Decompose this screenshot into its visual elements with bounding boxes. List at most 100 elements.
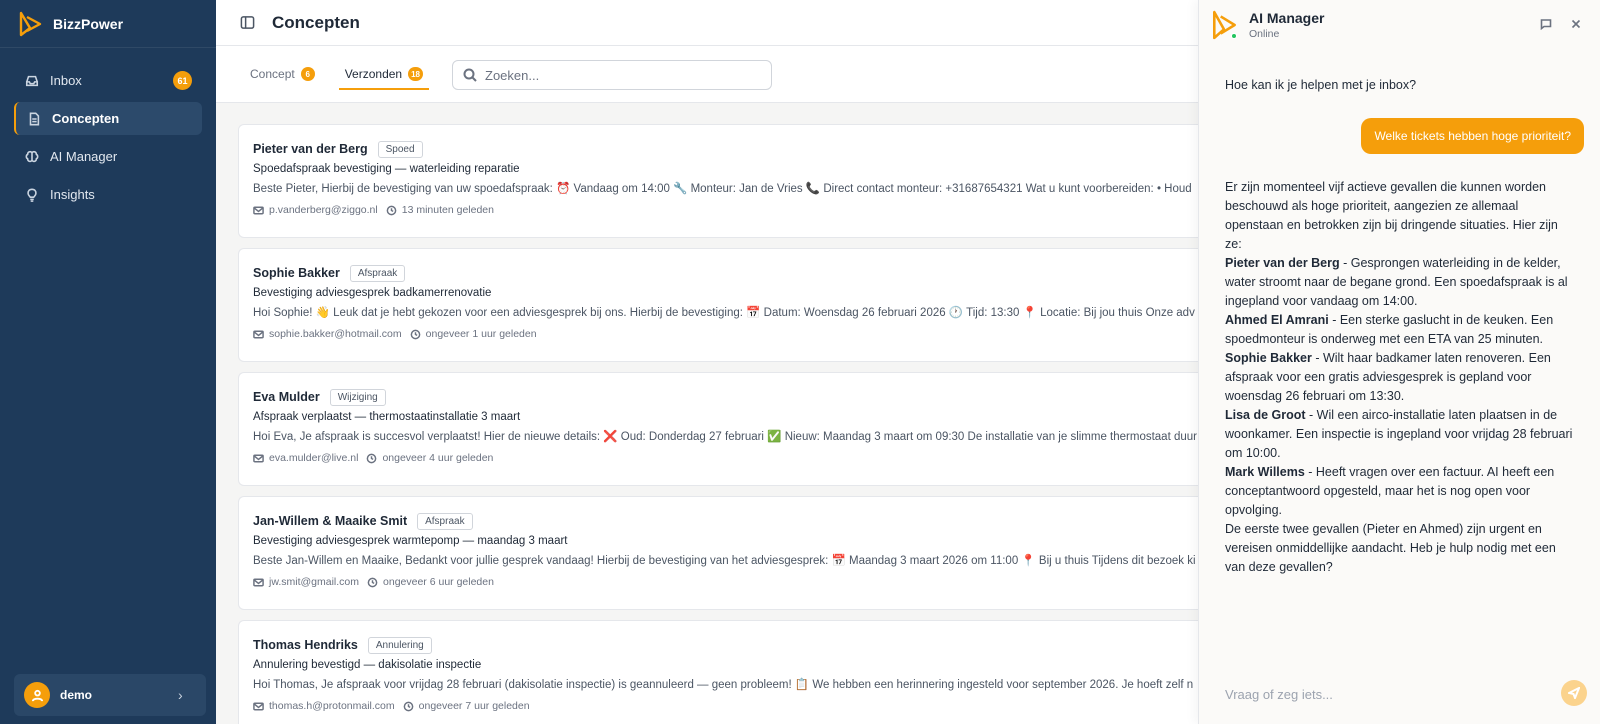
main-content: Concepten Concept 6 Verzonden 18 Pieter … bbox=[216, 0, 1198, 724]
send-button[interactable] bbox=[1561, 680, 1587, 706]
clock-icon bbox=[367, 577, 378, 587]
email-card[interactable]: Eva Mulder Wijziging Afspraak verplaatst … bbox=[238, 372, 1198, 486]
lightbulb-icon bbox=[24, 187, 40, 203]
case-name: Lisa de Groot bbox=[1225, 408, 1306, 422]
category-tag: Afspraak bbox=[417, 512, 473, 530]
email-preview: Beste Pieter, Hierbij de bevestiging van… bbox=[253, 183, 1192, 195]
case-item: Ahmed El Amrani - Een sterke gaslucht in… bbox=[1225, 311, 1575, 349]
avatar bbox=[24, 682, 50, 708]
tab-concept[interactable]: Concept 6 bbox=[250, 46, 315, 103]
user-menu[interactable]: demo › bbox=[14, 674, 206, 716]
ai-panel-title: AI Manager bbox=[1249, 10, 1325, 26]
tab-verzonden[interactable]: Verzonden 18 bbox=[338, 46, 430, 103]
case-name: Pieter van der Berg bbox=[1225, 256, 1340, 270]
tab-count-badge: 6 bbox=[300, 67, 315, 81]
ai-manager-panel: AI Manager Online Hoe kan ik je helpen m… bbox=[1198, 0, 1600, 724]
category-tag: Wijziging bbox=[329, 388, 386, 406]
sidebar-item-ai-manager[interactable]: AI Manager bbox=[14, 140, 202, 173]
email-address: eva.mulder@live.nl bbox=[269, 452, 359, 464]
search-icon bbox=[463, 68, 477, 82]
sidebar-item-label: Inbox bbox=[50, 73, 82, 88]
sidebar-item-insights[interactable]: Insights bbox=[14, 178, 202, 211]
clock-icon bbox=[386, 205, 397, 215]
email-address: p.vanderberg@ziggo.nl bbox=[269, 204, 378, 216]
email-time: ongeveer 4 uur geleden bbox=[382, 452, 494, 464]
mail-icon bbox=[253, 702, 264, 710]
sidebar-item-concepten[interactable]: Concepten bbox=[14, 102, 202, 135]
email-preview: Hoi Sophie! 👋 Leuk dat je hebt gekozen v… bbox=[253, 307, 1195, 319]
sidebar-item-label: Concepten bbox=[52, 111, 120, 126]
email-address: thomas.h@protonmail.com bbox=[269, 700, 395, 712]
chat-composer bbox=[1199, 664, 1600, 724]
chevron-right-icon: › bbox=[178, 687, 183, 703]
close-icon[interactable] bbox=[1570, 18, 1584, 32]
email-subject: Afspraak verplaatst — thermostaatinstall… bbox=[253, 411, 521, 423]
case-name: Mark Willems bbox=[1225, 465, 1305, 479]
chat-history-icon[interactable] bbox=[1540, 18, 1554, 32]
inbox-count-badge: 61 bbox=[173, 71, 192, 90]
search-box[interactable] bbox=[452, 60, 772, 90]
assistant-message: Er zijn momenteel vijf actieve gevallen … bbox=[1225, 178, 1575, 577]
send-icon bbox=[1568, 687, 1580, 699]
sidebar-nav: Inbox 61 Concepten AI Manager Insights bbox=[0, 48, 216, 211]
sidebar-item-inbox[interactable]: Inbox 61 bbox=[14, 64, 202, 97]
email-address: sophie.bakker@hotmail.com bbox=[269, 328, 402, 340]
page-header: Concepten bbox=[216, 0, 1198, 46]
email-card[interactable]: Jan-Willem & Maaike Smit Afspraak Bevesti… bbox=[238, 496, 1198, 610]
tab-label: Concept bbox=[250, 67, 295, 81]
tab-count-badge: 18 bbox=[408, 67, 423, 81]
email-time: ongeveer 1 uur geleden bbox=[425, 328, 537, 340]
case-name: Sophie Bakker bbox=[1225, 351, 1312, 365]
email-subject: Annulering bevestigd — dakisolatie inspe… bbox=[253, 659, 482, 671]
email-card[interactable]: Pieter van der Berg Spoed Spoedafspraak b… bbox=[238, 124, 1198, 238]
tab-label: Verzonden bbox=[344, 67, 403, 81]
inbox-icon bbox=[24, 73, 40, 89]
email-preview: Hoi Thomas, Je afspraak voor vrijdag 28 … bbox=[253, 679, 1194, 691]
ai-status: Online bbox=[1249, 28, 1280, 40]
user-message: Welke tickets hebben hoge prioriteit? bbox=[1361, 118, 1584, 154]
brand-name: BizzPower bbox=[53, 15, 124, 32]
message-outro: De eerste twee gevallen (Pieter en Ahmed… bbox=[1225, 522, 1556, 574]
ai-avatar bbox=[1211, 10, 1239, 40]
clock-icon bbox=[403, 701, 413, 711]
sidebar-toggle-icon[interactable] bbox=[240, 15, 256, 31]
ai-panel-header: AI Manager Online bbox=[1199, 0, 1600, 50]
email-card[interactable]: Thomas Hendriks Annulering Annulering bev… bbox=[238, 620, 1198, 724]
clock-icon bbox=[367, 453, 377, 463]
email-time: 13 minuten geleden bbox=[401, 204, 494, 216]
email-card[interactable]: Sophie Bakker Afspraak Bevestiging advies… bbox=[238, 248, 1198, 362]
user-name: demo bbox=[60, 688, 93, 702]
online-indicator bbox=[1231, 33, 1237, 39]
email-list: Pieter van der Berg Spoed Spoedafspraak b… bbox=[238, 124, 1198, 724]
sidebar-item-label: AI Manager bbox=[50, 149, 118, 164]
email-subject: Spoedafspraak bevestiging — waterleiding… bbox=[253, 163, 520, 175]
assistant-message: Hoe kan ik je helpen met je inbox? bbox=[1225, 78, 1417, 92]
chat-input[interactable] bbox=[1225, 686, 1525, 702]
mail-icon bbox=[253, 454, 264, 462]
brand[interactable]: BizzPower bbox=[0, 0, 216, 48]
brain-icon bbox=[24, 149, 40, 165]
page-title: Concepten bbox=[272, 12, 360, 32]
mail-icon bbox=[253, 578, 264, 586]
email-time: ongeveer 7 uur geleden bbox=[418, 700, 530, 712]
document-icon bbox=[26, 111, 42, 127]
email-subject: Bevestiging adviesgesprek badkamerrenova… bbox=[253, 287, 492, 299]
sender-name: Pieter van der Berg bbox=[253, 142, 368, 156]
mail-icon bbox=[253, 330, 264, 338]
search-input[interactable] bbox=[485, 67, 745, 83]
case-item: Sophie Bakker - Wilt haar badkamer laten… bbox=[1225, 349, 1575, 406]
email-subject: Bevestiging adviesgesprek warmtepomp — m… bbox=[253, 535, 568, 547]
sidebar: BizzPower Inbox 61 Concepten AI Manager … bbox=[0, 0, 216, 724]
case-item: Lisa de Groot - Wil een airco-installati… bbox=[1225, 406, 1575, 463]
message-intro: Er zijn momenteel vijf actieve gevallen … bbox=[1225, 180, 1558, 251]
category-tag: Annulering bbox=[367, 636, 432, 654]
sender-name: Sophie Bakker bbox=[253, 266, 340, 280]
sender-name: Jan-Willem & Maaike Smit bbox=[253, 514, 408, 528]
case-item: Pieter van der Berg - Gesprongen waterle… bbox=[1225, 254, 1575, 311]
email-preview: Beste Jan-Willem en Maaike, Bedankt voor… bbox=[253, 555, 1196, 567]
case-item: Mark Willems - Heeft vragen over een fac… bbox=[1225, 463, 1575, 520]
category-tag: Spoed bbox=[377, 140, 423, 158]
sidebar-item-label: Insights bbox=[50, 187, 95, 202]
mail-icon bbox=[253, 206, 264, 214]
category-tag: Afspraak bbox=[349, 264, 406, 282]
